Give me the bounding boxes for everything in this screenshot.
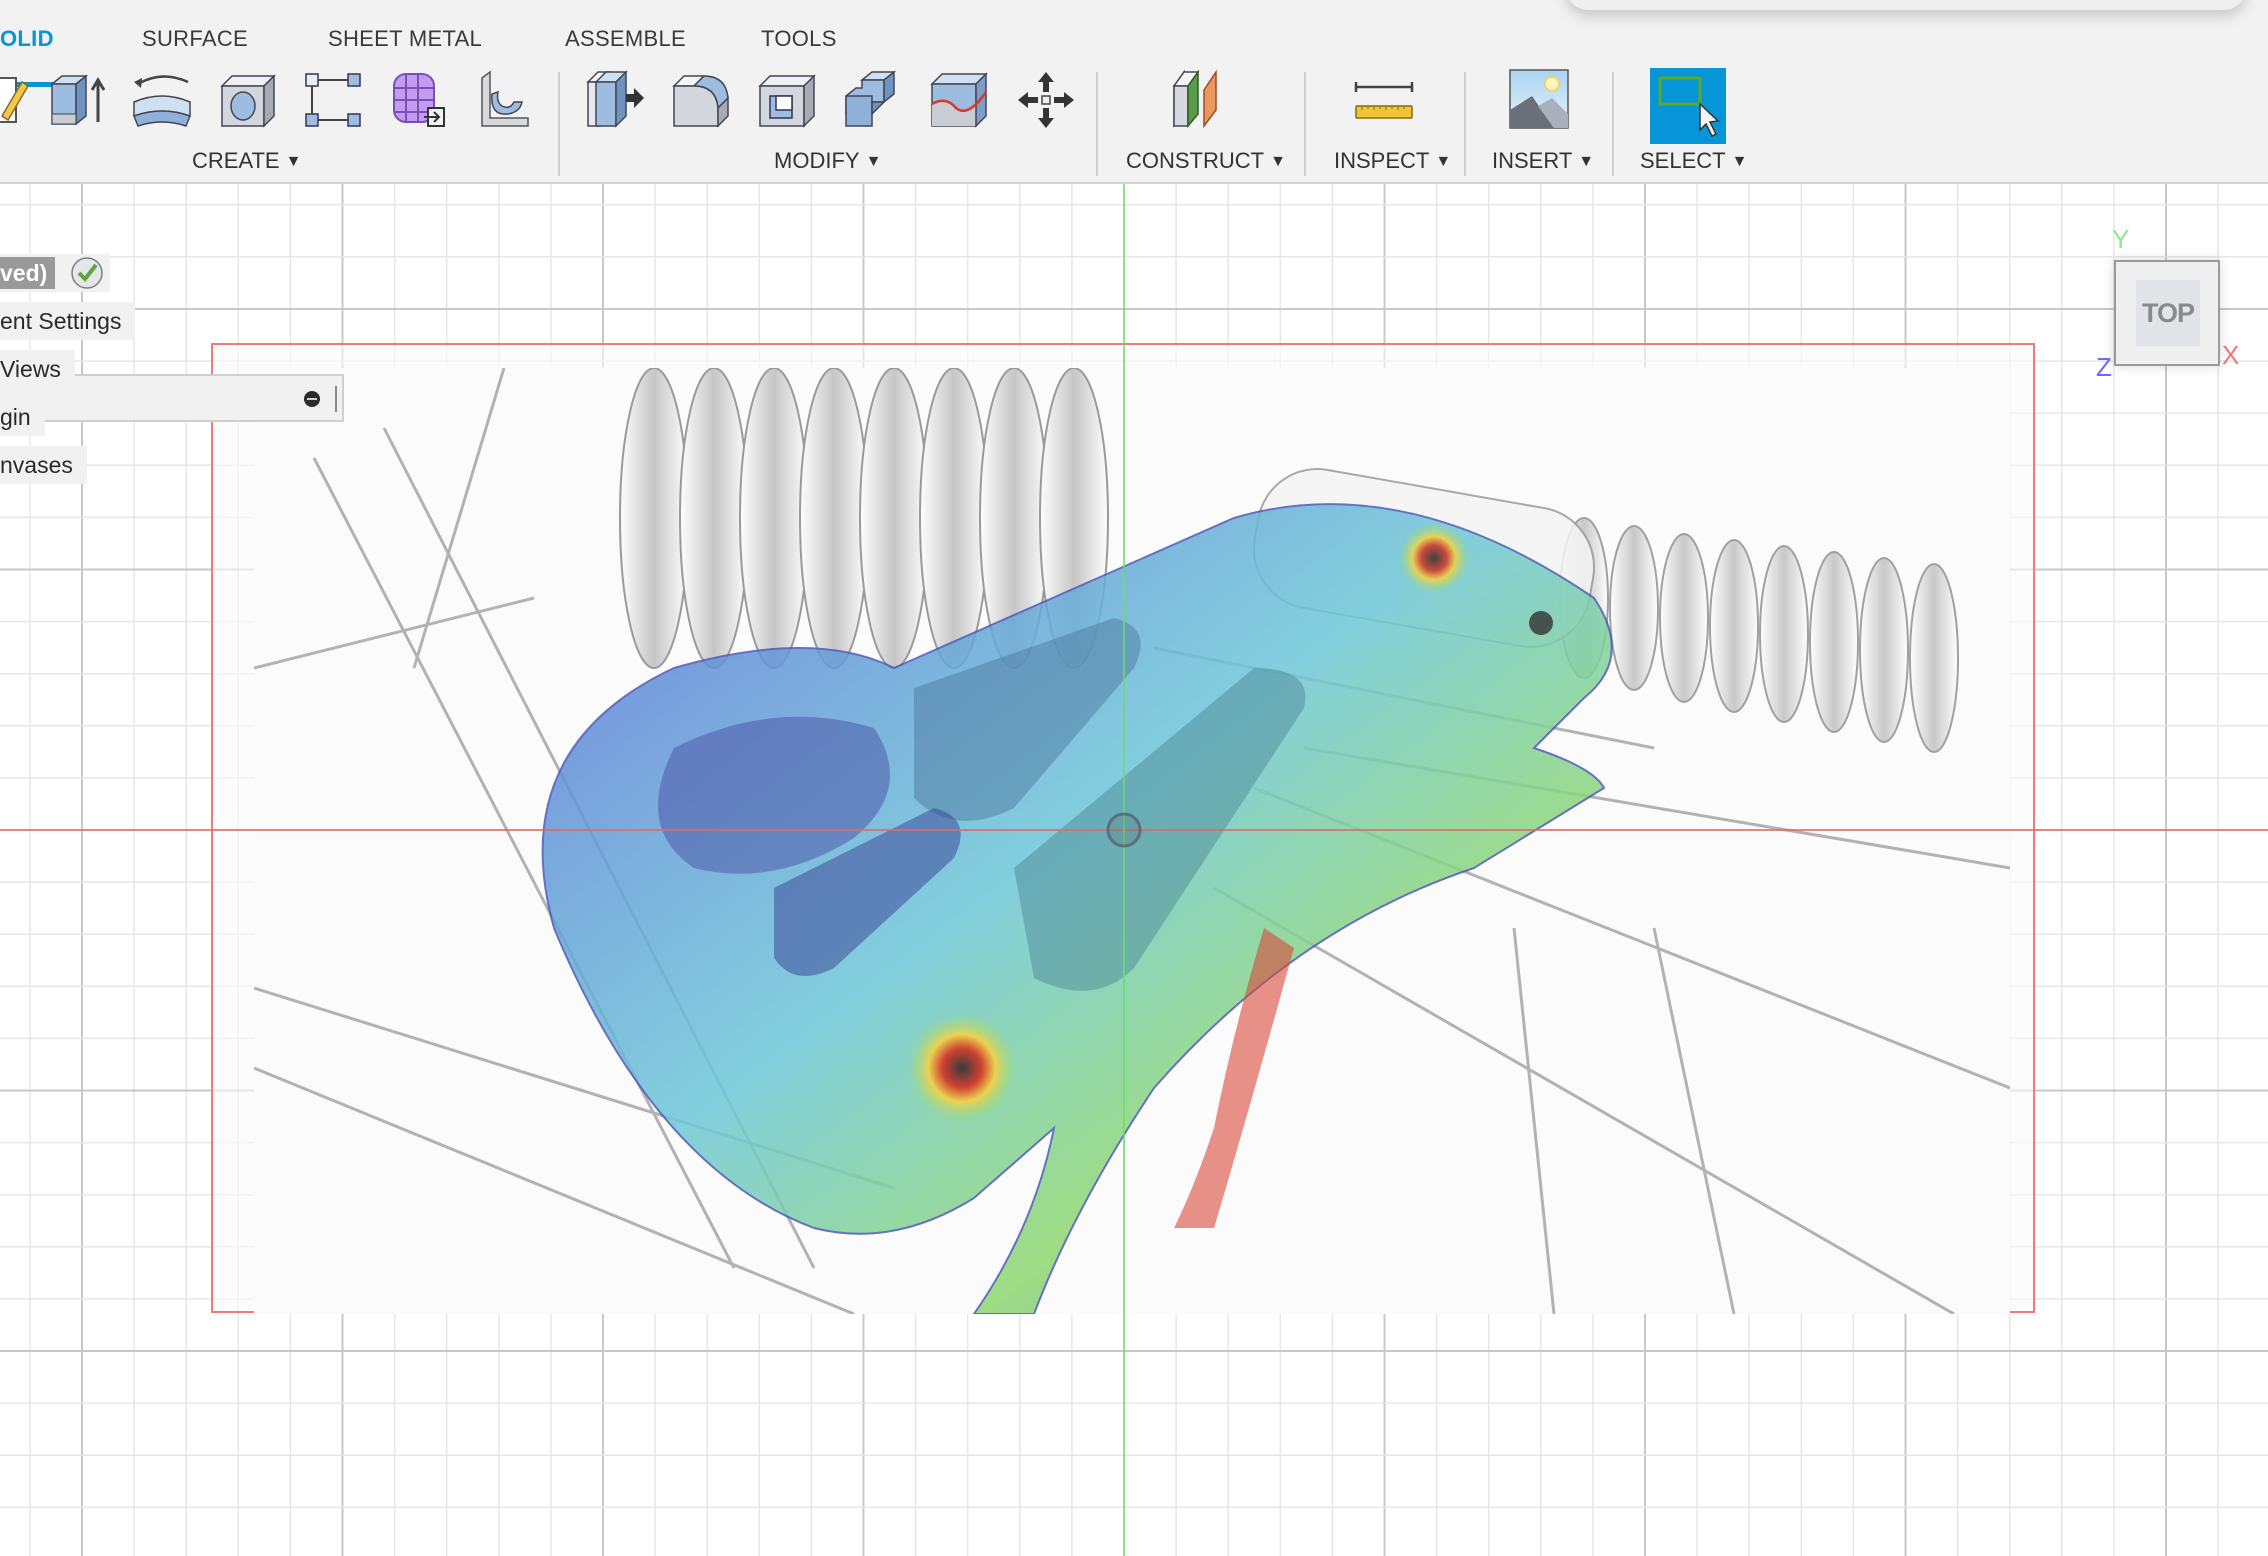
replace-face-tool[interactable] — [928, 68, 992, 132]
insert-menu[interactable]: INSERT ▼ — [1492, 148, 1594, 174]
attached-canvas-image[interactable] — [254, 368, 2010, 1314]
press-pull-tool[interactable] — [584, 68, 648, 132]
construct-menu[interactable]: CONSTRUCT ▼ — [1126, 148, 1286, 174]
base-feature-icon — [481, 70, 529, 127]
insert-menu-label: INSERT — [1492, 148, 1573, 173]
toolbar-divider — [1304, 72, 1306, 176]
viewcube-x-axis-label: X — [2222, 340, 2240, 370]
toolbar-divider — [1464, 72, 1466, 176]
toolbar: OLID SURFACE SHEET METAL ASSEMBLE TOOLS — [0, 0, 2268, 184]
extrude-icon — [49, 74, 106, 126]
insert-image-icon — [1509, 69, 1569, 129]
hole-icon — [220, 74, 276, 128]
tab-surface[interactable]: SURFACE — [142, 26, 248, 58]
top-popup-panel — [1566, 0, 2246, 10]
browser-resize-handle[interactable] — [335, 386, 340, 412]
fillet-tool[interactable] — [670, 68, 734, 132]
tab-tools[interactable]: TOOLS — [761, 26, 837, 58]
viewcube-top-face[interactable]: TOP — [2136, 280, 2200, 346]
browser-item-canvases[interactable]: nvases — [0, 446, 87, 484]
sketch-tool[interactable] — [0, 68, 36, 132]
tab-sheet-metal[interactable]: SHEET METAL — [328, 26, 482, 58]
insert-image-tool[interactable] — [1508, 68, 1572, 132]
fillet-icon — [672, 75, 729, 128]
tab-assemble[interactable]: ASSEMBLE — [565, 26, 686, 58]
chevron-down-icon: ▼ — [1731, 153, 1748, 170]
sketch-icon — [0, 77, 30, 123]
chevron-down-icon: ▼ — [865, 153, 882, 170]
measure-tool[interactable] — [1352, 68, 1416, 132]
combine-icon — [845, 70, 897, 127]
pattern-icon — [305, 73, 361, 127]
browser-item-document-settings[interactable]: ent Settings — [0, 302, 136, 340]
select-menu[interactable]: SELECT ▼ — [1640, 148, 1747, 174]
move-icon — [1018, 72, 1074, 128]
chevron-down-icon: ▼ — [1578, 153, 1595, 170]
construct-menu-label: CONSTRUCT — [1126, 148, 1265, 173]
viewcube-y-axis-label: Y — [2112, 224, 2130, 254]
chevron-down-icon: ▼ — [285, 153, 302, 170]
create-menu[interactable]: CREATE ▼ — [192, 148, 301, 174]
move-copy-tool[interactable] — [1014, 68, 1078, 132]
construct-plane-icon — [1172, 69, 1217, 129]
create-form-icon — [393, 73, 445, 127]
viewport-canvas[interactable]: ved) ent Settings Views gin nvases Y X Z TOP — [0, 184, 2268, 1556]
collapse-browser-button[interactable] — [304, 391, 320, 407]
hole-tool[interactable] — [216, 68, 280, 132]
chevron-down-icon: ▼ — [1270, 153, 1286, 170]
toolbar-divider — [1096, 72, 1098, 176]
pattern-tool[interactable] — [302, 68, 366, 132]
tab-solid[interactable]: OLID — [0, 26, 78, 87]
offset-plane-tool[interactable] — [1170, 68, 1234, 132]
viewcube-z-axis-label: Z — [2096, 352, 2112, 382]
press-pull-icon — [586, 70, 644, 128]
replace-face-icon — [930, 72, 988, 128]
window-select-icon — [1658, 76, 1720, 138]
modify-menu[interactable]: MODIFY ▼ — [774, 148, 881, 174]
revolve-tool[interactable] — [130, 68, 194, 132]
select-menu-label: SELECT — [1640, 148, 1726, 173]
extrude-tool[interactable] — [46, 68, 110, 132]
inspect-menu[interactable]: INSPECT ▼ — [1334, 148, 1451, 174]
toolbar-divider — [1612, 72, 1614, 176]
browser-item-origin[interactable]: gin — [0, 398, 45, 436]
create-menu-label: CREATE — [192, 148, 280, 173]
inspect-menu-label: INSPECT — [1334, 148, 1430, 173]
chevron-down-icon: ▼ — [1435, 153, 1452, 170]
shell-tool[interactable] — [756, 68, 820, 132]
create-form-tool[interactable] — [388, 68, 452, 132]
suspension-render-image — [254, 368, 2010, 1314]
document-name: ved) — [0, 257, 56, 289]
modify-menu-label: MODIFY — [774, 148, 860, 173]
combine-tool[interactable] — [842, 68, 906, 132]
shell-icon — [758, 74, 816, 128]
tab-solid-label: OLID — [0, 26, 54, 51]
viewcube[interactable]: TOP — [2114, 260, 2220, 366]
browser-item-named-views[interactable]: Views — [0, 350, 75, 388]
checkmark-icon — [70, 256, 104, 290]
revolve-icon — [133, 75, 191, 127]
measure-ruler-icon — [1354, 82, 1414, 119]
window-select-button[interactable] — [1650, 68, 1726, 144]
toolbar-divider — [558, 72, 560, 176]
base-feature-tool[interactable] — [474, 68, 538, 132]
browser-document-node[interactable]: ved) — [0, 254, 110, 292]
